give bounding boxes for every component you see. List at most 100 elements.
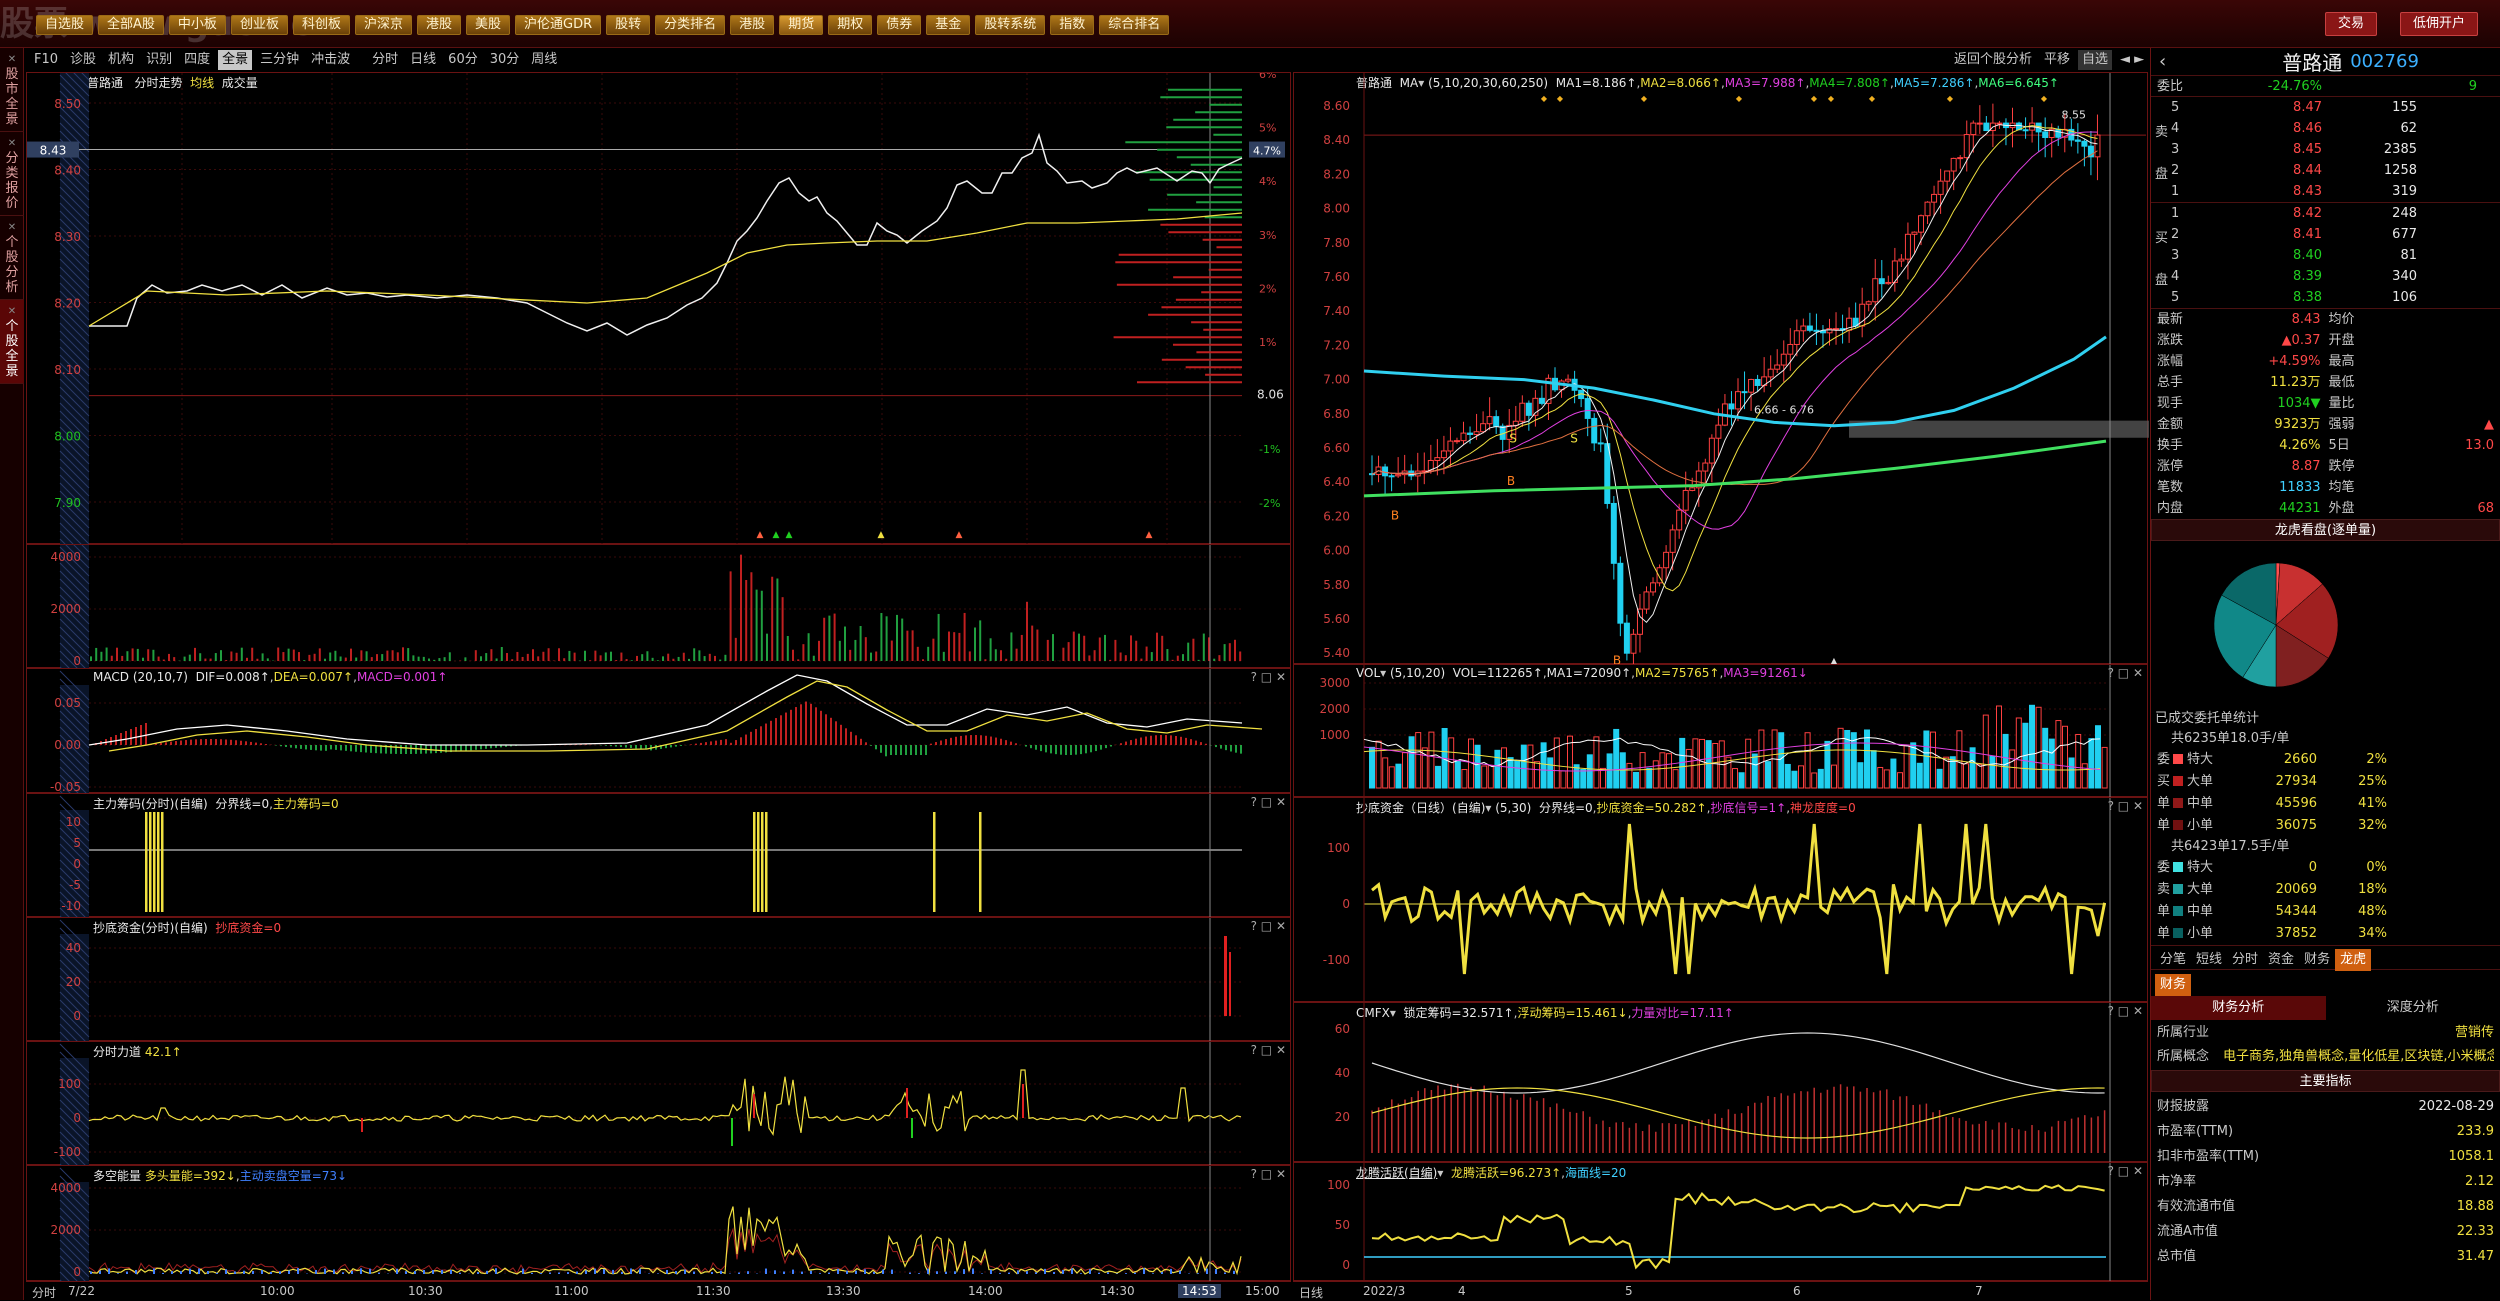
quote-tab[interactable]: 财务 <box>2299 949 2335 971</box>
order-row[interactable]: 38.452385 <box>2151 139 2500 160</box>
fenshi-lidao-panel: 分时力道 42.1↑ ? □ ✕ 1000-100 <box>26 1041 1291 1165</box>
ma5-line <box>1372 125 2097 623</box>
toolbar-item[interactable]: 股转系统 <box>975 15 1045 35</box>
quote-tab[interactable]: 资金 <box>2263 949 2299 971</box>
subbar-item[interactable]: 周线 <box>527 50 561 70</box>
order-row[interactable]: 18.42248 <box>2151 203 2500 224</box>
price-tick-label: 8.30 <box>54 230 81 244</box>
deep-analysis-tab[interactable]: 深度分析 <box>2326 996 2500 1020</box>
toolbar-item[interactable]: 创业板 <box>231 15 288 35</box>
finance-analysis-tab[interactable]: 财务分析 <box>2151 996 2326 1020</box>
quote-tab[interactable]: 分时 <box>2227 949 2263 971</box>
toolbar-item[interactable]: 期权 <box>828 15 872 35</box>
vol-bar <box>1462 770 1467 788</box>
stat-value2 <box>2415 456 2494 477</box>
toolbar-item[interactable]: 指数 <box>1050 15 1094 35</box>
close-icon[interactable]: ✕ <box>0 52 24 67</box>
toolbar-item[interactable]: 科创板 <box>293 15 350 35</box>
subbar-right-item[interactable]: 返回个股分析 <box>1950 50 2036 70</box>
quote-tab[interactable]: 龙虎 <box>2335 949 2371 971</box>
toolbar-item[interactable]: 港股 <box>417 15 461 35</box>
subbar-item[interactable]: 诊股 <box>66 50 100 70</box>
trade-button[interactable]: 交易 <box>2325 12 2377 36</box>
trade-stat-row: 单中单5434448% <box>2151 901 2500 923</box>
order-row[interactable]: 58.47155 <box>2151 97 2500 118</box>
order-row[interactable]: 48.4662 <box>2151 118 2500 139</box>
kline-tick-label: 5.80 <box>1323 578 1350 592</box>
subbar-right-item[interactable]: 平移 <box>2040 50 2074 70</box>
close-icon[interactable]: ✕ <box>0 304 24 319</box>
trade-stat-row: 卖大单2006918% <box>2151 879 2500 901</box>
back-arrow-icon[interactable]: ‹ <box>2159 51 2166 72</box>
toolbar-item[interactable]: 自选股 <box>36 15 93 35</box>
vol-bar <box>1871 751 1876 788</box>
close-icon[interactable]: ✕ <box>0 136 24 151</box>
trade-stat-row: 委特大00% <box>2151 857 2500 879</box>
left-tab-3[interactable]: ✕个股全景 <box>0 300 24 384</box>
order-row[interactable]: 48.39340 <box>2151 266 2500 287</box>
toolbar-item[interactable]: 债券 <box>877 15 921 35</box>
x-mode-label[interactable]: 日线 <box>1299 1284 1323 1301</box>
nav-arrows-icon[interactable]: ◄ ► <box>2116 50 2148 70</box>
subbar-item[interactable]: 日线 <box>406 50 440 70</box>
subbar-item[interactable]: 30分 <box>486 50 524 70</box>
close-icon[interactable]: ✕ <box>0 220 24 235</box>
subbar-item[interactable]: 冲击波 <box>307 50 354 70</box>
duo-line <box>89 1207 1241 1274</box>
order-row[interactable]: 28.41677 <box>2151 224 2500 245</box>
intraday-chart: 8.508.408.308.208.108.007.907.807.707.60… <box>27 73 1292 545</box>
toolbar-item[interactable]: 基金 <box>926 15 970 35</box>
order-row[interactable]: 38.4081 <box>2151 245 2500 266</box>
trade-volume: 20069 <box>2257 879 2317 901</box>
toolbar-item[interactable]: 港股 <box>730 15 774 35</box>
subbar-item[interactable]: 识别 <box>142 50 176 70</box>
toolbar-item[interactable]: 期货 <box>779 15 823 35</box>
color-swatch <box>2173 754 2183 764</box>
order-volume: 81 <box>2322 245 2417 266</box>
subbar-item[interactable]: 四度 <box>180 50 214 70</box>
kline-chart: 8.608.408.208.007.807.607.407.207.006.80… <box>1294 73 2149 665</box>
left-tab-2[interactable]: ✕个股分析 <box>0 216 24 300</box>
toolbar-item[interactable]: 分类排名 <box>655 15 725 35</box>
subbar-item[interactable]: 三分钟 <box>256 50 303 70</box>
finance-value: 22.33 <box>2457 1219 2494 1244</box>
x-mode-label[interactable]: 分时 <box>32 1284 56 1301</box>
toolbar-item[interactable]: 沪深京 <box>355 15 412 35</box>
subbar-item[interactable]: 60分 <box>444 50 482 70</box>
order-row[interactable]: 18.43319 <box>2151 181 2500 202</box>
vol-bar <box>1495 750 1500 788</box>
toolbar-item[interactable]: 中小板 <box>169 15 226 35</box>
time-axis-label: 7/22 <box>68 1284 95 1298</box>
finance-tab[interactable]: 财务 <box>2155 974 2191 996</box>
left-tab-0[interactable]: ✕股市全景 <box>0 48 24 132</box>
order-row[interactable]: 28.441258 <box>2151 160 2500 181</box>
vol-bar <box>1937 769 1942 788</box>
subbar-item[interactable]: 全景 <box>218 50 252 70</box>
signal-label: B <box>1507 474 1515 488</box>
candle-body <box>1481 424 1486 432</box>
toolbar-item[interactable]: 沪伦通GDR <box>515 15 601 35</box>
time-axis-label: 10:30 <box>408 1284 443 1298</box>
vol-bar <box>1990 756 1995 788</box>
vol-bar <box>1983 715 1988 788</box>
finance-row: 扣非市盈率(TTM)1058.1 <box>2151 1144 2500 1169</box>
event-marker: ◆ <box>1828 94 1835 103</box>
subbar-right-item[interactable]: 自选 <box>2078 50 2112 70</box>
quote-tab[interactable]: 短线 <box>2191 949 2227 971</box>
subbar-item[interactable]: 机构 <box>104 50 138 70</box>
subbar-item[interactable]: F10 <box>30 50 62 70</box>
toolbar-item[interactable]: 综合排名 <box>1099 15 1169 35</box>
subbar-item[interactable]: 分时 <box>368 50 402 70</box>
candle-body <box>1879 279 1884 284</box>
quote-tab[interactable]: 分笔 <box>2155 949 2191 971</box>
toolbar-item[interactable]: 美股 <box>466 15 510 35</box>
chaodi-intraday-chart: 40200 <box>27 918 1292 1042</box>
toolbar-item[interactable]: 股转 <box>606 15 650 35</box>
cd-tick-label: 40 <box>66 941 81 955</box>
toolbar-item[interactable]: 全部A股 <box>98 15 164 35</box>
left-tab-1[interactable]: ✕分类报价 <box>0 132 24 216</box>
open-account-button[interactable]: 低佣开户 <box>2400 12 2478 36</box>
candle-body <box>1611 503 1616 563</box>
vol-bar <box>1805 733 1810 788</box>
order-row[interactable]: 58.38106 <box>2151 287 2500 308</box>
